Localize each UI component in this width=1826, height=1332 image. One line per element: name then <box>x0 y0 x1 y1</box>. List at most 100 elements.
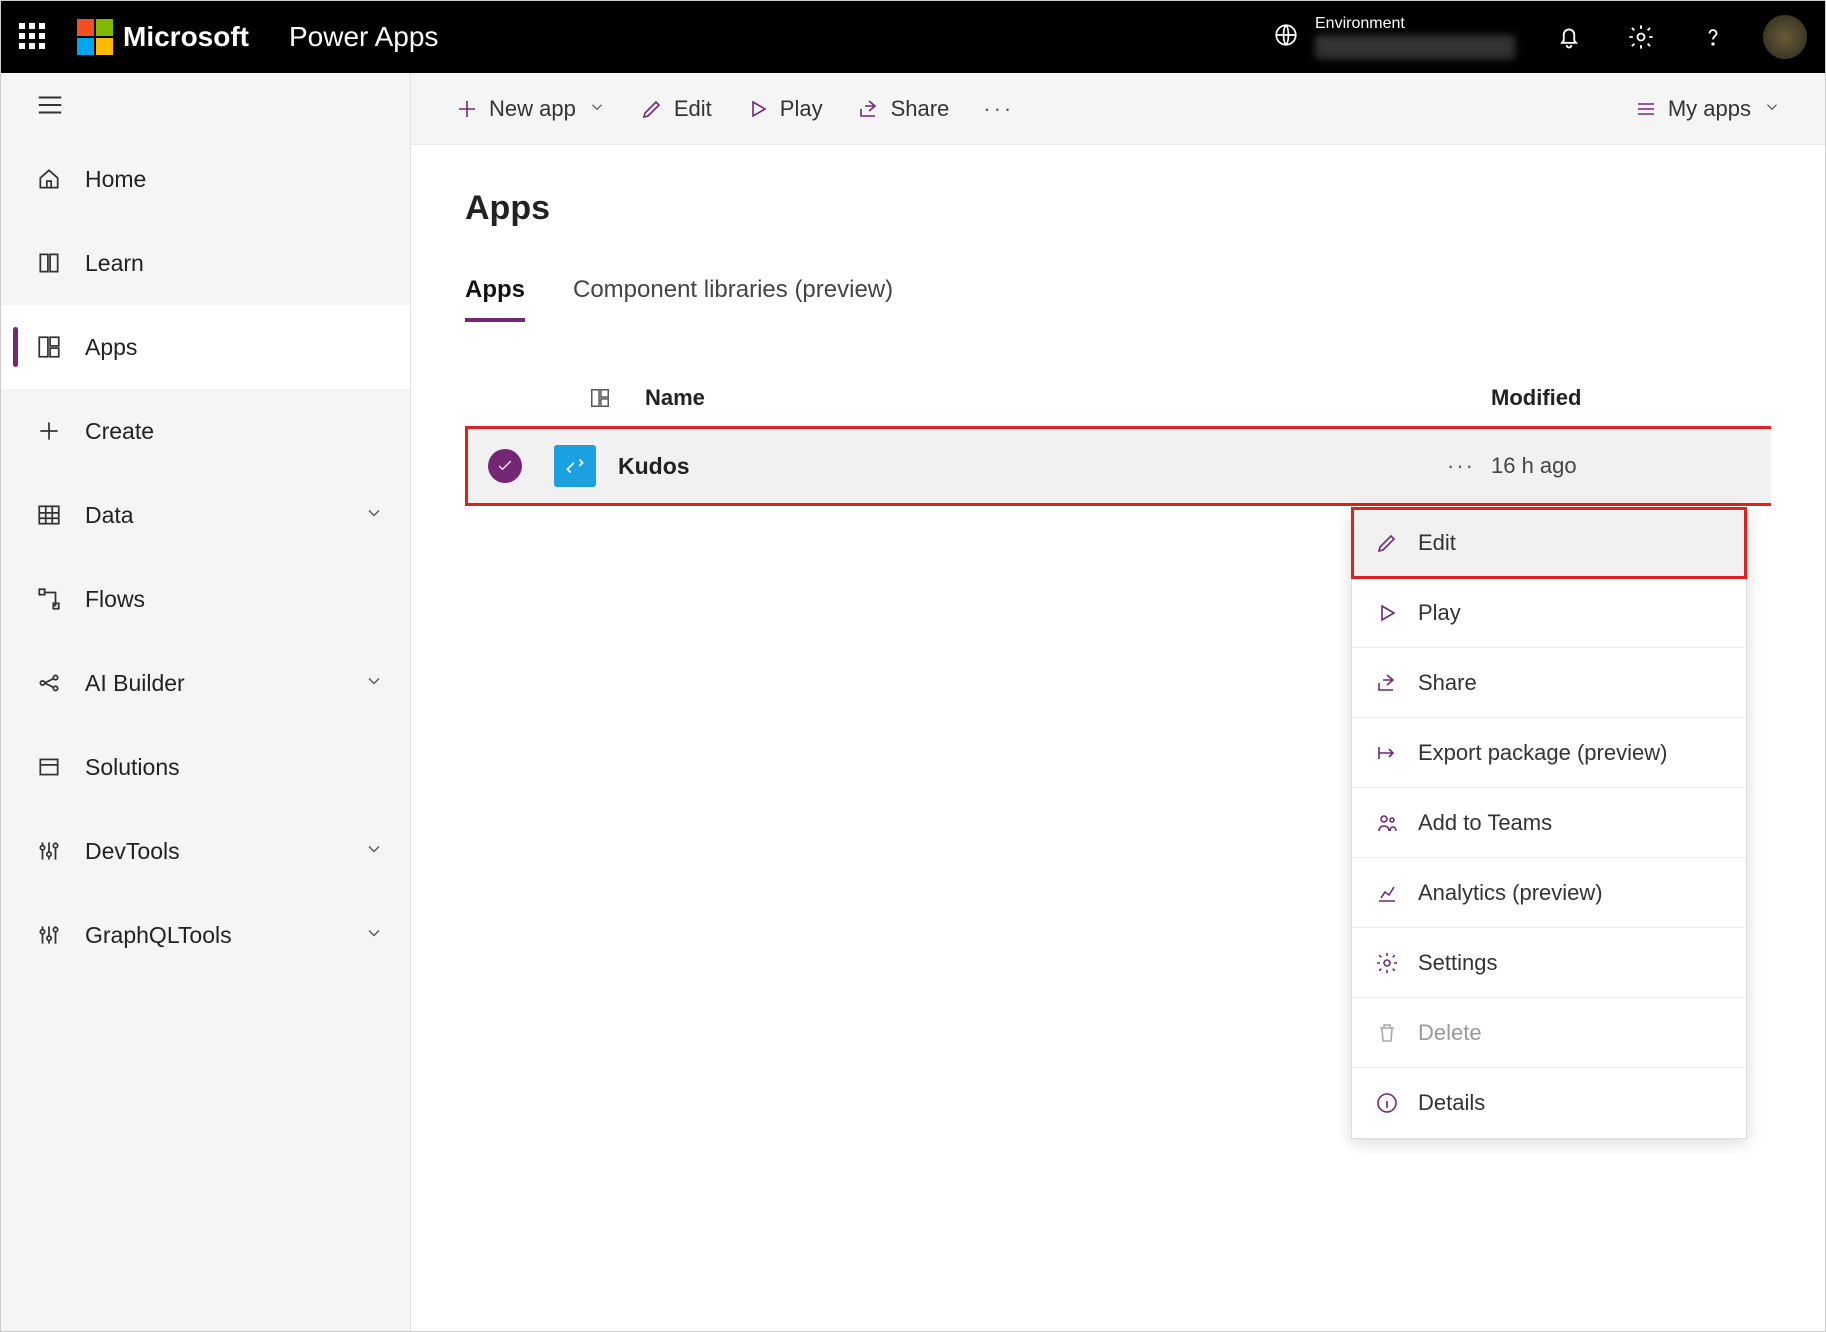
tools-icon <box>35 921 63 949</box>
edit-icon <box>1374 530 1400 556</box>
play-icon <box>1374 600 1400 626</box>
ai-icon <box>35 669 63 697</box>
settings-icon[interactable] <box>1627 23 1655 51</box>
tab-component[interactable]: Component libraries (preview) <box>573 276 893 322</box>
export-icon <box>1374 740 1400 766</box>
col-name-header[interactable]: Name <box>635 385 1491 411</box>
home-icon <box>35 165 63 193</box>
nav-collapse-button[interactable] <box>1 73 410 137</box>
share-label: Share <box>891 96 950 122</box>
table-icon <box>35 501 63 529</box>
menu-item-add[interactable]: Add to Teams <box>1352 788 1746 858</box>
chevron-down-icon <box>364 838 384 865</box>
menu-item-label: Details <box>1418 1090 1485 1116</box>
menu-item-export[interactable]: Export package (preview) <box>1352 718 1746 788</box>
page-title: Apps <box>465 189 1771 228</box>
menu-item-label: Delete <box>1418 1020 1482 1046</box>
menu-item-label: Edit <box>1418 530 1456 556</box>
view-selector[interactable]: My apps <box>1634 96 1781 122</box>
nav-item-flows[interactable]: Flows <box>1 557 410 641</box>
edit-button[interactable]: Edit <box>640 96 712 122</box>
menu-item-delete: Delete <box>1352 998 1746 1068</box>
row-selected-icon[interactable] <box>488 449 522 483</box>
nav-item-devtools[interactable]: DevTools <box>1 809 410 893</box>
nav-item-label: Learn <box>85 250 144 277</box>
microsoft-logo-icon <box>77 19 113 55</box>
menu-item-label: Share <box>1418 670 1477 696</box>
row-more-button[interactable]: ··· <box>1431 453 1491 479</box>
nav-item-label: Flows <box>85 586 145 613</box>
menu-item-label: Analytics (preview) <box>1418 880 1603 906</box>
share-icon <box>1374 670 1400 696</box>
environment-name-redacted <box>1315 35 1515 59</box>
environment-label: Environment <box>1315 15 1515 33</box>
environment-picker[interactable]: Environment <box>1273 15 1515 59</box>
nav-item-solutions[interactable]: Solutions <box>1 725 410 809</box>
tab-apps[interactable]: Apps <box>465 276 525 322</box>
help-icon[interactable] <box>1699 23 1727 51</box>
new-app-button[interactable]: New app <box>455 96 606 122</box>
app-icon <box>554 445 596 487</box>
tab-strip: Apps Component libraries (preview) <box>465 276 1771 322</box>
delete-icon <box>1374 1020 1400 1046</box>
nav-item-create[interactable]: Create <box>1 389 410 473</box>
user-avatar[interactable] <box>1763 15 1807 59</box>
nav-item-label: Data <box>85 502 134 529</box>
app-name: Kudos <box>618 453 1431 480</box>
notifications-icon[interactable] <box>1555 23 1583 51</box>
product-name: Power Apps <box>289 21 438 53</box>
menu-item-share[interactable]: Share <box>1352 648 1746 718</box>
nav-item-label: GraphQLTools <box>85 922 232 949</box>
menu-item-edit[interactable]: Edit <box>1352 508 1746 578</box>
settings-icon <box>1374 950 1400 976</box>
nav-item-data[interactable]: Data <box>1 473 410 557</box>
command-bar: New app Edit Play Share ··· My apps <box>411 73 1825 145</box>
edit-icon <box>640 97 664 121</box>
brand-text: Microsoft <box>123 21 249 53</box>
share-button[interactable]: Share <box>857 96 950 122</box>
nav-item-label: Home <box>85 166 146 193</box>
edit-label: Edit <box>674 96 712 122</box>
plus-icon <box>455 97 479 121</box>
menu-item-analytics[interactable]: Analytics (preview) <box>1352 858 1746 928</box>
menu-item-details[interactable]: Details <box>1352 1068 1746 1138</box>
nav-item-home[interactable]: Home <box>1 137 410 221</box>
play-label: Play <box>780 96 823 122</box>
share-icon <box>857 97 881 121</box>
new-app-label: New app <box>489 96 576 122</box>
menu-item-label: Play <box>1418 600 1461 626</box>
apps-icon <box>35 333 63 361</box>
nav-item-apps[interactable]: Apps <box>1 305 410 389</box>
book-icon <box>35 249 63 277</box>
chevron-down-icon <box>588 96 606 122</box>
side-nav: Home Learn Apps Create Data Flows AI Builder So… <box>1 73 411 1331</box>
app-modified: 16 h ago <box>1491 453 1771 479</box>
app-launcher-icon[interactable] <box>19 23 47 51</box>
solution-icon <box>35 753 63 781</box>
menu-item-label: Add to Teams <box>1418 810 1552 836</box>
nav-item-graphqltools[interactable]: GraphQLTools <box>1 893 410 977</box>
menu-item-label: Export package (preview) <box>1418 740 1667 766</box>
nav-item-label: Create <box>85 418 154 445</box>
chevron-down-icon <box>364 670 384 697</box>
nav-item-label: DevTools <box>85 838 180 865</box>
global-header: Microsoft Power Apps Environment <box>1 1 1825 73</box>
globe-icon <box>1273 22 1299 53</box>
menu-item-settings[interactable]: Settings <box>1352 928 1746 998</box>
info-icon <box>1374 1090 1400 1116</box>
tools-icon <box>35 837 63 865</box>
table-header: Name Modified <box>465 370 1771 426</box>
nav-item-learn[interactable]: Learn <box>1 221 410 305</box>
more-commands-button[interactable]: ··· <box>983 96 1014 122</box>
nav-item-ai-builder[interactable]: AI Builder <box>1 641 410 725</box>
play-icon <box>746 97 770 121</box>
menu-item-play[interactable]: Play <box>1352 578 1746 648</box>
play-button[interactable]: Play <box>746 96 823 122</box>
list-icon <box>1634 97 1658 121</box>
analytics-icon <box>1374 880 1400 906</box>
nav-item-label: AI Builder <box>85 670 185 697</box>
app-row[interactable]: Kudos···16 h ago <box>465 426 1771 506</box>
col-modified-header[interactable]: Modified <box>1491 385 1771 411</box>
chevron-down-icon <box>1763 96 1781 122</box>
microsoft-logo[interactable]: Microsoft <box>77 19 249 55</box>
